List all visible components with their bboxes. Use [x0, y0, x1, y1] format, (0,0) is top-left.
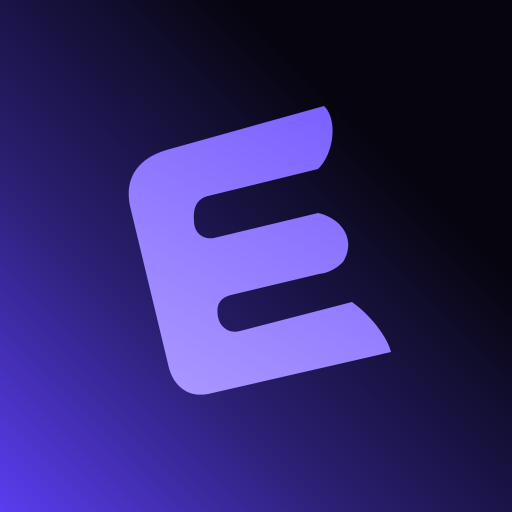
letter-e-logo-icon	[0, 0, 512, 512]
app-icon	[0, 0, 512, 512]
